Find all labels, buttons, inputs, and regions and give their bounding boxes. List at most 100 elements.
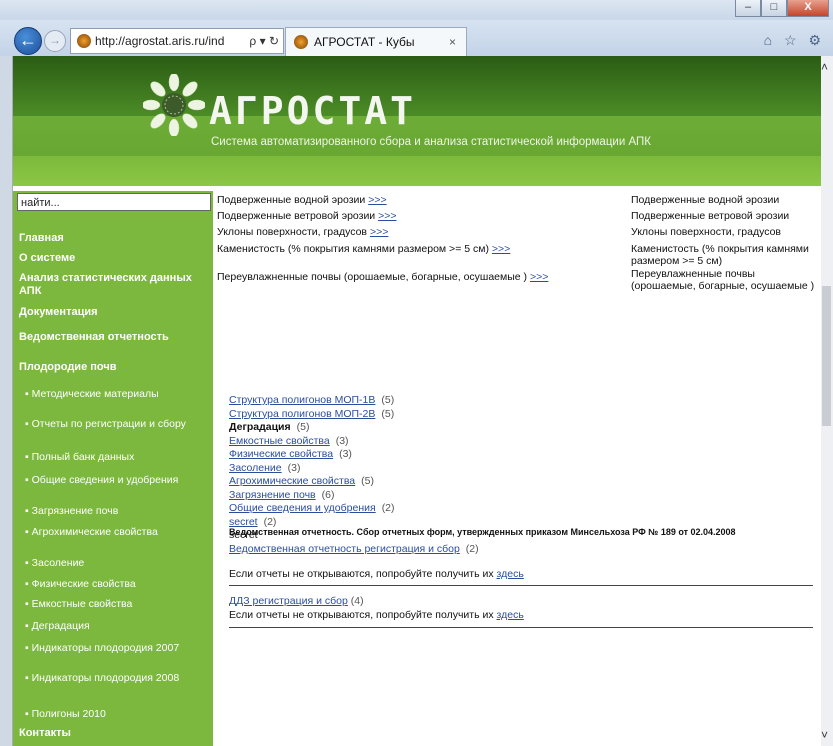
sidebar-item[interactable]: Документация: [19, 306, 209, 319]
hint-link[interactable]: здесь: [497, 568, 524, 580]
more-link[interactable]: >>>: [378, 210, 396, 222]
hint-link[interactable]: здесь: [497, 609, 524, 621]
right-row: Подверженные водной эрозии: [631, 194, 780, 206]
scroll-down-icon[interactable]: ˅: [821, 728, 828, 742]
site-banner: АГРОСТАТ Система автоматизированного сбо…: [13, 56, 821, 186]
content-row: Уклоны поверхности, градусов >>>: [217, 226, 388, 238]
notice-text: Ведомственная отчетность. Сбор отчетных …: [229, 527, 736, 537]
sidebar-item[interactable]: ▪ Деградация: [25, 620, 215, 633]
report-count: (3): [335, 434, 349, 447]
sunflower-logo-icon: [143, 74, 205, 136]
site-subtitle: Система автоматизированного сбора и анал…: [211, 136, 651, 148]
url-text: http://agrostat.aris.ru/ind: [95, 34, 225, 48]
sidebar-item[interactable]: Контакты: [19, 727, 209, 740]
sidebar-item[interactable]: ▪ Методические материалы: [25, 388, 215, 401]
home-star-gear-icons[interactable]: ⌂ ☆ ⚙: [764, 32, 825, 49]
report-link[interactable]: Емкостные свойства: [229, 435, 330, 447]
report-count: (3): [339, 448, 352, 460]
sidebar-item[interactable]: ▪ Емкостные свойства: [25, 598, 215, 611]
search-input[interactable]: найти...: [17, 193, 211, 211]
address-controls[interactable]: ρ ▾ ↻: [249, 29, 279, 53]
sidebar-item[interactable]: ▪ Отчеты по регистрации и сбору: [25, 418, 215, 431]
site-favicon-icon: [77, 34, 91, 48]
report-link[interactable]: Физические свойства: [229, 448, 333, 460]
more-link[interactable]: >>>: [492, 243, 510, 255]
divider: [229, 585, 813, 586]
hint-text: Если отчеты не открываются, попробуйте п…: [229, 609, 494, 621]
browser-toolbar: ← → http://agrostat.aris.ru/ind ρ ▾ ↻ АГ…: [0, 20, 833, 56]
report-link-row: Деградация (5): [229, 421, 309, 433]
content-row: Переувлажненные почвы (орошаемые, богарн…: [217, 271, 548, 283]
report-count: (2): [263, 515, 277, 528]
more-link[interactable]: >>>: [368, 194, 386, 206]
sidebar-item[interactable]: ▪ Агрохимические свойства: [25, 526, 215, 539]
minimize-button[interactable]: –: [735, 0, 761, 17]
report-link[interactable]: Структура полигонов МОП-2В: [229, 408, 375, 420]
report-link[interactable]: Общие сведения и удобрения: [229, 502, 376, 514]
ddz-row: ДДЗ регистрация и сбор (4): [229, 595, 364, 607]
right-row: Уклоны поверхности, градусов: [631, 226, 782, 238]
sidebar-item[interactable]: Главная: [19, 232, 209, 245]
report-count: (2): [381, 502, 395, 514]
report-link[interactable]: Загрязнение почв: [229, 489, 316, 501]
content-row: Каменистость (% покрытия камнями размеро…: [217, 243, 510, 255]
back-button[interactable]: ←: [14, 27, 42, 55]
sidebar-item[interactable]: Плодородие почв: [19, 361, 209, 374]
ddz-link[interactable]: ДДЗ регистрация и сбор: [229, 595, 348, 607]
hint-row: Если отчеты не открываются, попробуйте п…: [229, 568, 524, 580]
row-label: Уклоны поверхности, градусов: [217, 226, 368, 238]
row-label: Каменистость (% покрытия камнями размеро…: [217, 243, 489, 255]
row-label: Подверженные водной эрозии: [217, 194, 366, 206]
tab-close-icon[interactable]: ×: [449, 28, 456, 56]
scroll-up-icon[interactable]: ˄: [821, 60, 828, 74]
report-link-row: Загрязнение почв (6): [229, 489, 334, 501]
tab-agrostat[interactable]: АГРОСТАТ - Кубы ×: [285, 27, 467, 56]
report-link[interactable]: Ведомственная отчетность регистрация и с…: [229, 543, 460, 555]
divider: [229, 627, 813, 628]
sidebar-item[interactable]: Анализ статистических данных АПК: [19, 272, 209, 298]
report-count: (5): [296, 421, 310, 433]
close-window-button[interactable]: X: [787, 0, 829, 17]
scrollbar[interactable]: ˄ ˅: [819, 56, 833, 746]
sidebar-item[interactable]: ▪ Полный банк данных: [25, 451, 215, 464]
report-link-row: Физические свойства (3): [229, 448, 352, 460]
report-link[interactable]: Агрохимические свойства: [229, 475, 355, 487]
report-count: (5): [381, 407, 395, 420]
right-row: Подверженные ветровой эрозии: [631, 210, 790, 222]
report-link-row: Засоление (3): [229, 462, 300, 474]
web-page: АГРОСТАТ Система автоматизированного сбо…: [12, 56, 821, 746]
row-label: Подверженные ветровой эрозии: [217, 210, 376, 222]
report-count: (3): [287, 461, 301, 474]
sidebar-item[interactable]: ▪ Индикаторы плодородия 2007: [25, 642, 215, 655]
maximize-button[interactable]: □: [761, 0, 787, 17]
report-link[interactable]: secret: [229, 516, 258, 528]
sidebar-item[interactable]: ▪ Полигоны 2010: [25, 708, 215, 721]
hint-row: Если отчеты не открываются, попробуйте п…: [229, 609, 524, 621]
sidebar-item[interactable]: Ведомственная отчетность: [19, 331, 209, 344]
sidebar-item[interactable]: ▪ Физические свойства: [25, 578, 215, 591]
report-link[interactable]: Структура полигонов МОП-1В: [229, 394, 375, 406]
scroll-thumb[interactable]: [822, 286, 831, 426]
more-link[interactable]: >>>: [530, 271, 548, 283]
right-row: Каменистость (% покрытия камнями размеро…: [631, 243, 809, 267]
report-count: (5): [361, 475, 374, 487]
sidebar-item[interactable]: ▪ Общие сведения и удобрения: [25, 474, 215, 487]
tab-favicon-icon: [294, 35, 308, 49]
report-link-row: Структура полигонов МОП-2В (5): [229, 408, 394, 420]
report-link[interactable]: Засоление: [229, 462, 282, 474]
content-row: Подверженные ветровой эрозии >>>: [217, 210, 397, 222]
sidebar-item[interactable]: О системе: [19, 252, 209, 265]
forward-button[interactable]: →: [44, 30, 66, 52]
report-count: (6): [321, 488, 335, 501]
title-bar: – □ X: [0, 0, 833, 20]
more-link[interactable]: >>>: [370, 226, 388, 238]
address-bar[interactable]: http://agrostat.aris.ru/ind ρ ▾ ↻: [70, 28, 284, 54]
report-link-row: Агрохимические свойства (5): [229, 475, 374, 487]
sidebar-item[interactable]: ▪ Загрязнение почв: [25, 505, 215, 518]
content-row: Подверженные водной эрозии >>>: [217, 194, 387, 206]
sidebar-item[interactable]: ▪ Индикаторы плодородия 2008: [25, 672, 215, 685]
window-controls: – □ X: [735, 0, 829, 17]
ddz-count: (4): [350, 595, 364, 607]
right-row: Переувлажненные почвы (орошаемые, богарн…: [631, 268, 815, 292]
sidebar-item[interactable]: ▪ Засоление: [25, 557, 215, 570]
